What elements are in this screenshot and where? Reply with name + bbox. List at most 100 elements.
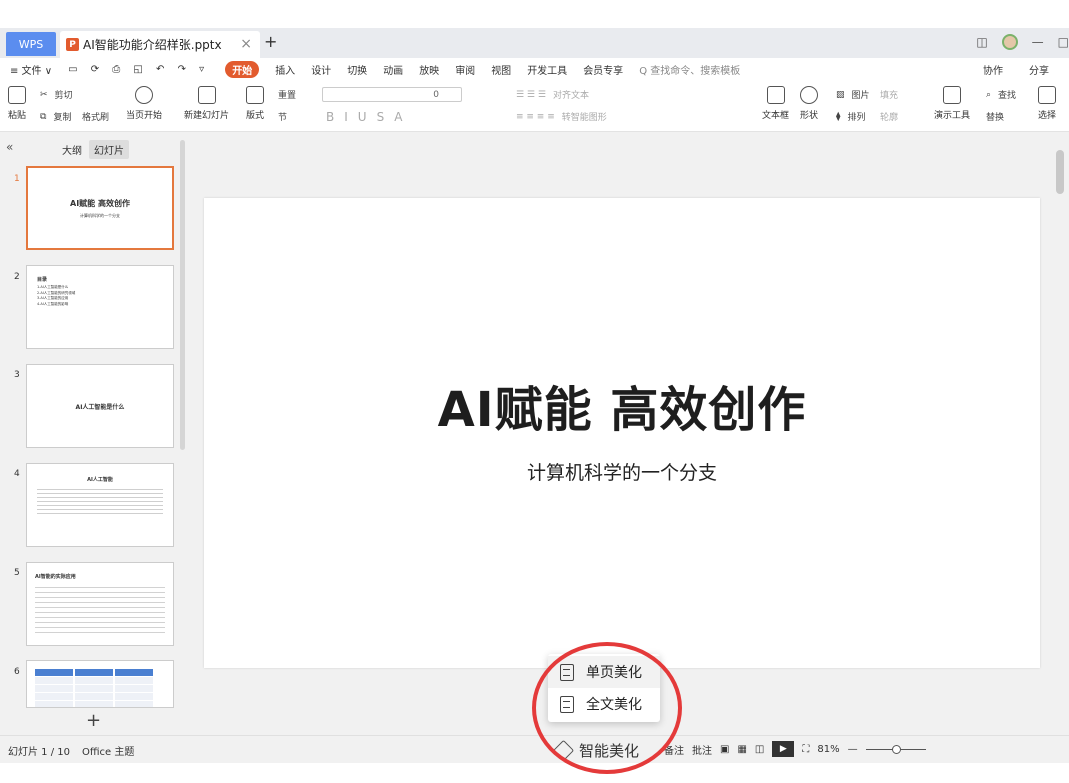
select-button[interactable]: 选择 (1038, 86, 1056, 121)
slide-thumbnail-5[interactable]: AI智能的实际应用 (26, 562, 174, 646)
panel-scrollbar[interactable] (180, 140, 185, 450)
menu-file[interactable]: ≡ 文件 ∨ (10, 62, 52, 77)
thumb-number: 4 (14, 469, 20, 479)
command-search-input[interactable]: Q 查找命令、搜索模板 (639, 62, 740, 77)
paragraph-buttons[interactable]: ☰ ☰ ☰ 对齐文本 (516, 88, 589, 102)
font-format-buttons[interactable]: BIUSA (326, 110, 402, 124)
arrange-button[interactable]: ⧫ 排列 (836, 110, 865, 124)
layout-grid-icon (246, 86, 264, 104)
textbox-icon (766, 86, 785, 104)
slide-subtitle[interactable]: 计算机科学的一个分支 (204, 458, 1040, 485)
font-color-icon[interactable]: A (394, 110, 402, 124)
align-buttons[interactable]: ≡ ≡ ≡ ≡ 转智能图形 (516, 110, 607, 124)
tab-bar: WPS P AI智能功能介绍样张.pptx × + ◫ — □ (0, 28, 1069, 58)
picture-icon: ▨ (836, 89, 845, 100)
menu-tab-member[interactable]: 会员专享 (583, 62, 623, 77)
close-tab-icon[interactable]: × (240, 36, 252, 52)
menu-tab-insert[interactable]: 插入 (275, 62, 295, 77)
reading-view-icon[interactable]: ◫ (755, 744, 764, 755)
menu-tab-view[interactable]: 视图 (491, 62, 511, 77)
picture-button[interactable]: ▨ 图片 (836, 88, 870, 102)
underline-icon[interactable]: U (358, 110, 367, 124)
document-tab-title: AI智能功能介绍样张.pptx (83, 38, 222, 52)
new-tab-button[interactable]: + (264, 32, 277, 51)
add-slide-icon[interactable]: + (86, 710, 101, 731)
play-from-current-button[interactable]: 当页开始 (126, 86, 162, 121)
slide-thumbnail-3[interactable]: AI人工智能是什么 (26, 364, 174, 448)
slide-title[interactable]: AI赋能 高效创作 (204, 370, 1040, 440)
zoom-knob[interactable] (891, 744, 901, 754)
italic-icon[interactable]: I (344, 110, 348, 124)
new-slide-label: 新建幻灯片 (184, 111, 230, 121)
arrange-icon: ⧫ (836, 111, 841, 122)
zoom-slider[interactable] (865, 744, 926, 754)
bold-icon[interactable]: B (326, 110, 334, 124)
menu-tab-review[interactable]: 审阅 (455, 62, 475, 77)
find-button[interactable]: ⌕ 查找 (986, 88, 1016, 102)
collapse-panel-icon[interactable]: « (6, 140, 13, 154)
fill-button[interactable]: 填充 (880, 88, 898, 101)
select-label: 选择 (1038, 111, 1057, 121)
search-icon: ⌕ (986, 89, 992, 100)
thumb-title: AI人工智能是什么 (75, 404, 125, 411)
share-button[interactable]: 分享 (1029, 62, 1049, 77)
collab-button[interactable]: 协作 (983, 62, 1003, 77)
thumb-number: 3 (14, 370, 20, 380)
slide-thumbnail-6[interactable] (26, 660, 174, 708)
layout-icon[interactable]: ◫ (976, 35, 987, 49)
shape-icon (800, 86, 818, 104)
wps-home-tab[interactable]: WPS (6, 32, 56, 56)
shape-button[interactable]: 形状 (800, 86, 818, 121)
present-tool-button[interactable]: 演示工具 (934, 86, 970, 121)
clipboard-icon (8, 86, 26, 104)
slide-thumbnail-1[interactable]: AI赋能 高效创作 计算机科学的一个分支 (26, 166, 174, 250)
theme-name: Office 主题 (82, 747, 135, 758)
quick-access-icons[interactable]: ▭ ⟳ ⎙ ◱ ↶ ↷ ▿ (68, 64, 209, 75)
canvas-scrollbar[interactable] (1052, 132, 1069, 735)
ribbon-toolbar: 粘贴 ✂ 剪切 ⧉ 复制 格式刷 当页开始 新建幻灯片 版式 重置 节 0 BIUS… (0, 80, 1069, 132)
align-text-label: 对齐文本 (552, 91, 589, 101)
fit-icon[interactable]: ⛶ (802, 744, 809, 755)
zoom-level[interactable]: 81% (817, 744, 839, 755)
copy-button[interactable]: ⧉ 复制 (40, 110, 71, 124)
format-painter-button[interactable]: 格式刷 (82, 110, 109, 123)
strikethrough-icon[interactable]: S (377, 110, 385, 124)
avatar[interactable] (1001, 34, 1018, 50)
menu-tab-animation[interactable]: 动画 (383, 62, 403, 77)
list-icon[interactable]: ☰ ☰ ☰ (516, 90, 546, 100)
menu-tab-transition[interactable]: 切换 (347, 62, 367, 77)
reset-button[interactable]: 重置 (278, 88, 296, 101)
maximize-icon[interactable]: □ (1058, 35, 1069, 49)
slideshow-play-icon[interactable]: ▶ (772, 741, 795, 757)
layout-button[interactable]: 版式 (246, 86, 264, 121)
new-slide-button[interactable]: 新建幻灯片 (184, 86, 229, 121)
grid-view-icon[interactable]: ▦ (737, 744, 746, 755)
thumb-number: 5 (14, 568, 20, 578)
menu-tab-start[interactable]: 开始 (225, 60, 260, 78)
align-icon[interactable]: ≡ ≡ ≡ ≡ (516, 112, 555, 122)
document-tab[interactable]: P AI智能功能介绍样张.pptx × (60, 31, 260, 58)
zoom-out-icon[interactable]: — (848, 744, 858, 755)
tab-outline[interactable]: 大纲 (62, 142, 82, 157)
outline-button[interactable]: 轮廓 (880, 110, 898, 123)
comments-button[interactable]: 批注 (692, 742, 712, 757)
section-button[interactable]: 节 (278, 110, 287, 123)
scissors-icon: ✂ (40, 89, 48, 100)
scroll-thumb[interactable] (1056, 150, 1064, 194)
menu-tab-slideshow[interactable]: 放映 (419, 62, 439, 77)
replace-button[interactable]: 替换 (986, 110, 1004, 123)
menu-tab-developer[interactable]: 开发工具 (527, 62, 567, 77)
slide-1[interactable]: AI赋能 高效创作 计算机科学的一个分支 (204, 198, 1040, 668)
shape-label: 形状 (800, 111, 819, 121)
textbox-button[interactable]: 文本框 (762, 86, 789, 121)
slide-thumbnail-2[interactable]: 目录 1.AI人工智能是什么 2.AI人工智能的研究领域 3.AI人工智能的应用… (26, 265, 174, 349)
menu-tab-design[interactable]: 设计 (311, 62, 331, 77)
font-size-select[interactable]: 0 (322, 87, 462, 102)
slide-thumbnail-4[interactable]: AI人工智能 (26, 463, 174, 547)
minimize-icon[interactable]: — (1032, 35, 1044, 49)
tab-slides[interactable]: 幻灯片 (89, 140, 129, 159)
copy-icon: ⧉ (40, 111, 47, 122)
paste-button[interactable]: 粘贴 (8, 86, 26, 121)
normal-view-icon[interactable]: ▣ (720, 744, 729, 755)
cut-button[interactable]: ✂ 剪切 (40, 88, 73, 102)
